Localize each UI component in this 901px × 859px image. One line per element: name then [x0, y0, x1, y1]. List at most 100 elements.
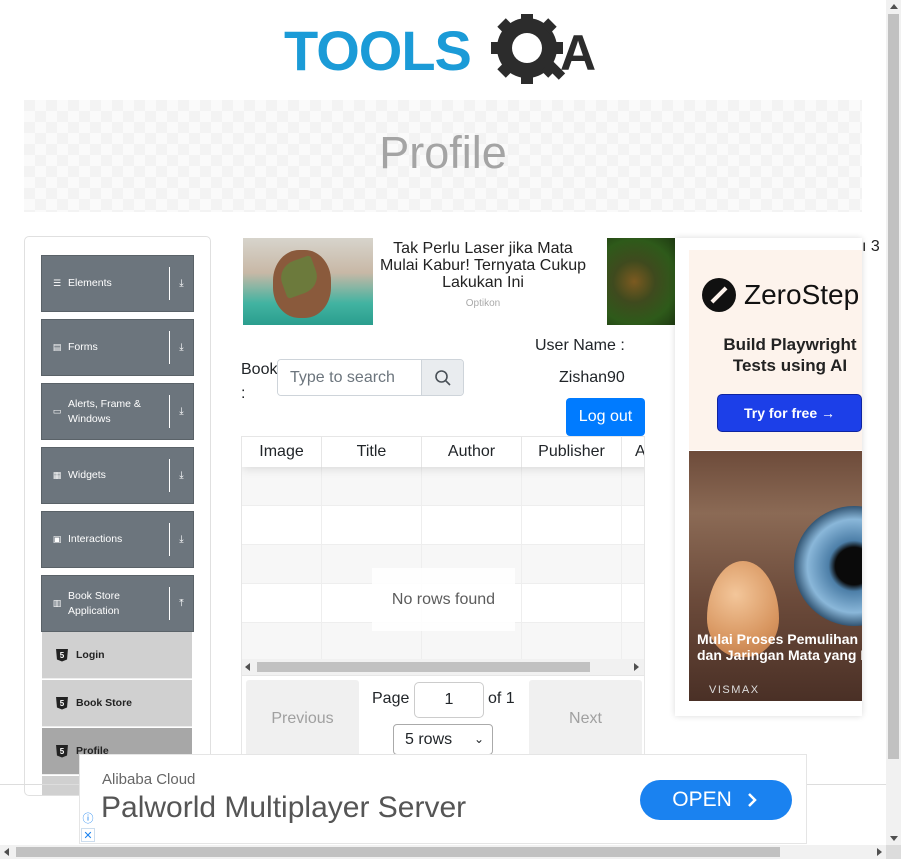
bottom-ad-brand: Alibaba Cloud [102, 771, 196, 788]
nav-group-forms[interactable]: ▤ Forms ⤓ [41, 319, 194, 376]
ad-image-walnut[interactable] [607, 238, 675, 325]
zerostep-tagline: Build Playwright Tests using AI [723, 335, 857, 375]
nav-group-label: Interactions [68, 533, 123, 545]
html5-icon: 5 [56, 648, 68, 662]
download-arrow-icon: ⤓ [169, 523, 193, 556]
ad-partial-text: ı 3 [862, 238, 880, 255]
nav-group-widgets[interactable]: ▦ Widgets ⤓ [41, 447, 194, 504]
books-icon: ▥ [52, 598, 62, 608]
page-label: Page [372, 690, 410, 707]
box-icon: ▣ [52, 534, 62, 544]
bottom-ad-banner[interactable]: Alibaba Cloud Palworld Multiplayer Serve… [79, 754, 807, 844]
table-row [242, 467, 644, 506]
scrollbar-thumb[interactable] [888, 14, 899, 759]
toolsqa-logo[interactable]: TOOLS A [284, 14, 609, 92]
table-header: Image Title Author Publisher A [242, 437, 644, 467]
page-total-label: of 1 [488, 690, 515, 707]
download-arrow-icon: ⤓ [169, 459, 193, 492]
open-button-label: OPEN [672, 788, 732, 811]
html5-icon: 5 [56, 744, 68, 758]
open-button[interactable]: OPEN [640, 780, 792, 820]
scroll-up-arrow-icon[interactable] [890, 4, 898, 9]
eye-ad-caption-line: Mulai Proses Pemulihan Per [697, 631, 862, 647]
form-icon: ▤ [52, 342, 62, 352]
close-icon[interactable]: ✕ [81, 828, 95, 842]
browser-viewport: TOOLS A Profile ☰ Elements ⤓ ▤ Forms ⤓ ▭… [0, 0, 901, 859]
eye-ad-caption: Mulai Proses Pemulihan Per dan Jaringan … [697, 631, 862, 663]
page-number-input[interactable]: 1 [414, 682, 484, 718]
info-icon[interactable]: ⓘ [81, 811, 95, 825]
nav-item-book-store[interactable]: 5 Book Store [42, 680, 192, 727]
page-title: Profile [379, 127, 507, 178]
logo-text-tools: TOOLS [284, 19, 471, 82]
search-group [277, 359, 464, 396]
nav-item-login[interactable]: 5 Login [42, 632, 192, 679]
next-button[interactable]: Next [529, 680, 642, 758]
user-name-value: Zishan90 [559, 369, 625, 386]
scrollbar-thumb[interactable] [257, 662, 590, 672]
nav-item-label: Login [76, 649, 105, 661]
download-arrow-icon: ⤓ [169, 331, 193, 364]
ad-headline[interactable]: Tak Perlu Laser jika Mata Mulai Kabur! T… [378, 240, 588, 291]
zerostep-logo-icon [702, 278, 736, 312]
books-label: Book : [241, 361, 278, 402]
chevron-down-icon: ⌄ [473, 732, 484, 746]
scroll-down-arrow-icon[interactable] [890, 836, 898, 841]
chevron-right-icon [747, 793, 757, 807]
zerostep-logo: ZeroStep [702, 278, 859, 312]
download-arrow-icon: ⤓ [169, 267, 193, 300]
window-icon: ▭ [52, 406, 62, 416]
column-header-image[interactable]: Image [242, 437, 322, 467]
pagination-bar: Previous Page 1 of 1 5 rows ⌄ Next [241, 676, 645, 766]
menu-lines-icon: ☰ [52, 278, 62, 288]
logo-text-a: A [560, 25, 596, 81]
left-navigation-panel: ☰ Elements ⤓ ▤ Forms ⤓ ▭ Alerts, Frame &… [24, 236, 211, 796]
nav-item-label: Book Store [76, 697, 133, 709]
nav-group-book-store-application[interactable]: ▥ Book Store Application ⤒ [41, 575, 194, 632]
user-name-label: User Name : [535, 337, 625, 354]
table-row [242, 506, 644, 545]
page-horizontal-scrollbar[interactable] [0, 845, 886, 859]
column-header-author[interactable]: Author [422, 437, 522, 467]
rows-per-page-select[interactable]: 5 rows ⌄ [393, 724, 493, 755]
column-header-title[interactable]: Title [322, 437, 422, 467]
ad-source: Optikon [465, 298, 501, 309]
search-button[interactable] [421, 360, 463, 395]
scroll-left-arrow-icon[interactable] [245, 663, 250, 671]
page-header-banner: Profile [24, 100, 862, 212]
try-for-free-button[interactable]: Try for free → [717, 394, 862, 432]
nav-group-elements[interactable]: ☰ Elements ⤓ [41, 255, 194, 312]
nav-group-interactions[interactable]: ▣ Interactions ⤓ [41, 511, 194, 568]
html5-icon: 5 [56, 696, 68, 710]
eye-image [794, 506, 862, 626]
scrollbar-corner [886, 845, 901, 859]
bottom-ad-title: Palworld Multiplayer Server [101, 791, 467, 824]
scroll-left-arrow-icon[interactable] [4, 848, 9, 856]
nav-group-alerts-frame-windows[interactable]: ▭ Alerts, Frame & Windows ⤓ [41, 383, 194, 440]
download-arrow-icon: ⤓ [169, 395, 193, 428]
vismax-brand: VISMAX [709, 684, 760, 696]
table-horizontal-scrollbar[interactable] [242, 659, 644, 675]
upload-arrow-icon: ⤒ [169, 587, 193, 620]
zerostep-brand: ZeroStep [744, 279, 860, 310]
right-ad-panel[interactable]: ZeroStep Build Playwright Tests using AI… [675, 238, 862, 716]
nav-group-label: Elements [68, 277, 112, 289]
nav-group-label: Forms [68, 341, 98, 353]
scroll-right-arrow-icon[interactable] [634, 663, 639, 671]
gear-magnifier-icon [491, 14, 566, 84]
no-rows-message: No rows found [372, 568, 515, 631]
scrollbar-thumb[interactable] [16, 847, 780, 857]
search-input[interactable] [278, 360, 421, 395]
nav-group-label: Widgets [68, 469, 106, 481]
previous-button[interactable]: Previous [246, 680, 359, 758]
search-icon [434, 369, 451, 386]
column-header-action[interactable]: A [622, 437, 644, 467]
scroll-right-arrow-icon[interactable] [877, 848, 882, 856]
ad-image-eye-leaf[interactable] [243, 238, 373, 325]
grid-icon: ▦ [52, 470, 62, 480]
books-table: Image Title Author Publisher A No rows f… [241, 436, 645, 676]
logout-button[interactable]: Log out [566, 398, 645, 436]
page-vertical-scrollbar[interactable] [886, 0, 901, 845]
eye-health-ad[interactable]: Mulai Proses Pemulihan Per dan Jaringan … [689, 451, 862, 701]
column-header-publisher[interactable]: Publisher [522, 437, 622, 467]
